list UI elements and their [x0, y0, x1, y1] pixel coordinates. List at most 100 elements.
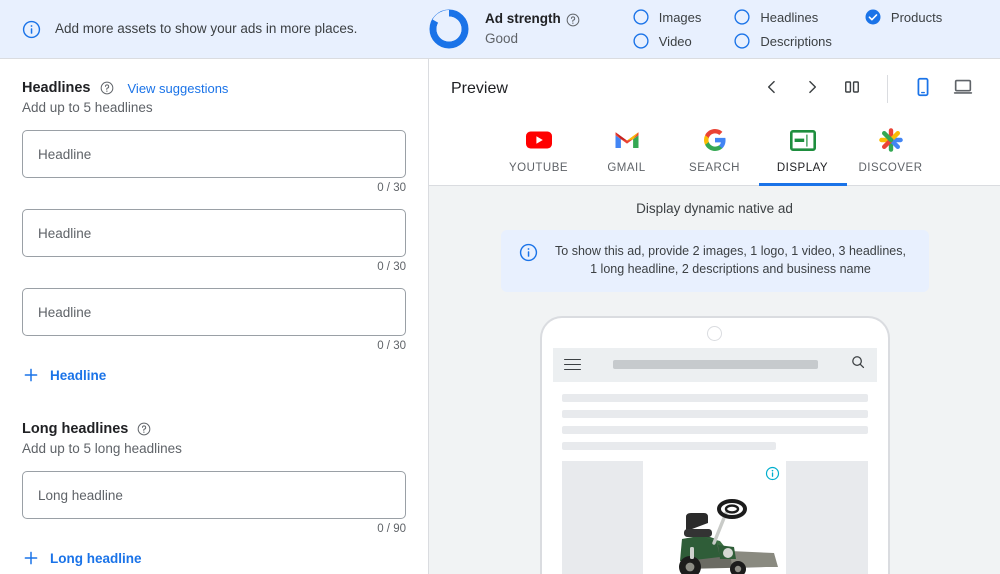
long-headlines-subtitle: Add up to 5 long headlines — [22, 441, 182, 456]
ad-strength-indicator: Ad strength Good — [420, 6, 580, 52]
circle-empty-icon — [733, 32, 751, 50]
check-circle-filled-icon — [864, 8, 882, 26]
preview-title: Preview — [451, 80, 508, 97]
mock-search-placeholder — [612, 360, 818, 369]
discover-starburst-icon — [878, 127, 904, 153]
checklist-item-descriptions[interactable]: Descriptions — [733, 32, 832, 50]
preview-note-text: To show this ad, provide 2 images, 1 log… — [555, 244, 906, 276]
banner-message: Add more assets to show your ads in more… — [0, 20, 420, 39]
checklist-item-video[interactable]: Video — [632, 32, 702, 50]
gmail-icon — [614, 127, 640, 153]
display-layout-icon — [789, 127, 816, 153]
long-headline-field-1: 0 / 90 — [22, 471, 406, 535]
phone-camera — [707, 325, 722, 341]
checklist-item-headlines[interactable]: Headlines — [733, 8, 832, 26]
search-icon[interactable] — [850, 354, 866, 375]
circle-empty-icon — [632, 32, 650, 50]
checklist-label: Descriptions — [760, 33, 832, 49]
hamburger-menu-icon[interactable] — [563, 355, 581, 373]
headline-input-2[interactable] — [22, 209, 406, 257]
tab-label: GMAIL — [607, 162, 646, 174]
tab-label: YOUTUBE — [508, 162, 569, 174]
phone-mockup — [539, 315, 890, 574]
circle-empty-icon — [733, 8, 751, 26]
preview-controls — [755, 72, 980, 106]
tab-label: SEARCH — [689, 162, 740, 174]
mobile-icon — [912, 76, 934, 103]
headline-input-3[interactable] — [22, 288, 406, 336]
tab-search[interactable]: SEARCH — [671, 119, 759, 186]
mock-content-skeleton — [553, 382, 877, 574]
long-headlines-section-header: Long headlines — [22, 420, 406, 438]
assets-notice-banner: Add more assets to show your ads in more… — [0, 0, 1000, 59]
headline-input-1[interactable] — [22, 130, 406, 178]
add-long-headline-button[interactable]: Long headline — [22, 549, 142, 567]
tab-gmail[interactable]: GMAIL — [583, 119, 671, 186]
headline-field-1: 0 / 30 — [22, 130, 406, 194]
preview-requirements-note: To show this ad, provide 2 images, 1 log… — [500, 230, 929, 292]
tab-youtube[interactable]: YOUTUBE — [495, 119, 583, 186]
tab-discover[interactable]: DISCOVER — [847, 119, 935, 186]
headline-counter-3: 0 / 30 — [377, 340, 406, 352]
phone-screen — [552, 347, 877, 574]
headlines-section-header: Headlines View suggestions — [22, 79, 406, 97]
tab-display[interactable]: DISPLAY — [758, 119, 847, 186]
help-circle-icon[interactable] — [566, 10, 580, 28]
adchoices-info-icon[interactable] — [765, 466, 780, 481]
plus-icon — [22, 366, 40, 384]
preview-pane: Preview YOUTUBE GMAIL SEARCH DISPLAY DIS… — [429, 59, 1000, 574]
banner-message-text: Add more assets to show your ads in more… — [55, 21, 358, 37]
youtube-icon — [525, 127, 553, 153]
platform-preview-tabs: YOUTUBE GMAIL SEARCH DISPLAY DISCOVER — [429, 119, 1000, 186]
mobile-view-button[interactable] — [906, 72, 940, 106]
plus-icon — [22, 549, 40, 567]
headline-field-3: 0 / 30 — [22, 288, 406, 352]
add-long-headline-label: Long headline — [50, 550, 142, 566]
skeleton-line — [561, 409, 868, 418]
ad-strength-label: Ad strength — [485, 11, 561, 27]
asset-editor-pane: Headlines View suggestions Add up to 5 h… — [0, 59, 429, 574]
help-circle-icon[interactable] — [137, 420, 151, 438]
preview-caption: Display dynamic native ad — [636, 201, 793, 216]
ad-strength-rating: Good — [485, 30, 519, 46]
toolbar-divider — [887, 75, 888, 103]
compare-view-button[interactable] — [835, 72, 869, 106]
skeleton-line — [561, 441, 776, 450]
long-headlines-title: Long headlines — [22, 421, 129, 437]
headline-field-2: 0 / 30 — [22, 209, 406, 273]
tab-label: DISPLAY — [776, 162, 829, 174]
preview-body: Display dynamic native ad To show this a… — [429, 186, 1000, 574]
headlines-title: Headlines — [22, 80, 91, 96]
skeleton-line — [561, 393, 868, 402]
riding-lawn-mower-photo — [643, 460, 786, 574]
split-view-icon — [842, 77, 862, 102]
checklist-label: Video — [658, 33, 692, 49]
checklist-item-images[interactable]: Images — [632, 8, 702, 26]
info-outline-icon — [22, 20, 41, 39]
info-outline-icon — [519, 243, 538, 262]
ad-strength-ring — [426, 6, 472, 52]
checklist-label: Products — [890, 9, 943, 25]
next-preview-button[interactable] — [795, 72, 829, 106]
previous-preview-button[interactable] — [755, 72, 789, 106]
add-headline-button[interactable]: Headline — [22, 366, 106, 384]
checklist-label: Images — [658, 9, 702, 25]
headlines-subtitle: Add up to 5 headlines — [22, 100, 153, 115]
headline-counter-1: 0 / 30 — [377, 182, 406, 194]
headline-counter-2: 0 / 30 — [377, 261, 406, 273]
long-headline-counter-1: 0 / 90 — [377, 523, 406, 535]
chevron-left-icon — [762, 77, 782, 102]
preview-toolbar: Preview — [429, 59, 1000, 119]
asset-checklist: Images Video Headlines Descriptions Prod… — [632, 8, 942, 50]
main-content: Headlines View suggestions Add up to 5 h… — [0, 59, 1000, 574]
circle-empty-icon — [632, 8, 650, 26]
desktop-view-button[interactable] — [946, 72, 980, 106]
long-headline-input-1[interactable] — [22, 471, 406, 519]
mock-ad-slot — [561, 460, 868, 574]
view-suggestions-link[interactable]: View suggestions — [128, 81, 229, 96]
desktop-icon — [952, 76, 974, 103]
checklist-item-products[interactable]: Products — [864, 8, 942, 26]
mock-app-bar — [552, 347, 877, 382]
help-circle-icon[interactable] — [100, 79, 114, 97]
